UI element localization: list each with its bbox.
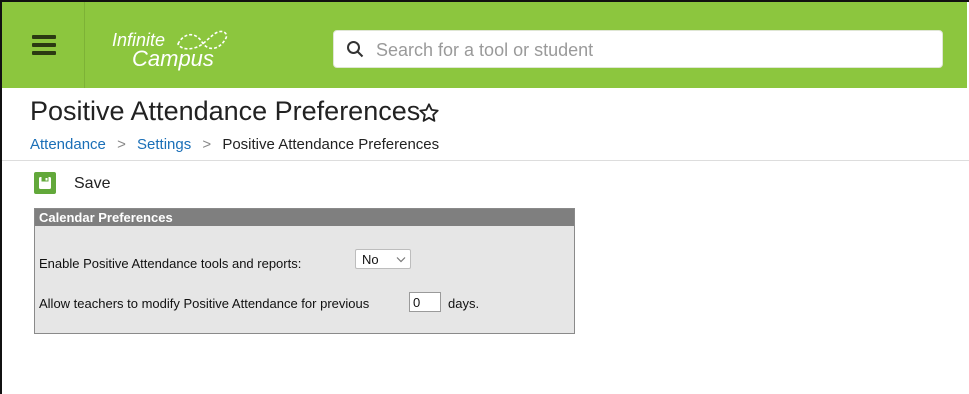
header-divider: [2, 160, 969, 161]
panel-header: Calendar Preferences: [35, 209, 574, 226]
days-suffix-label: days.: [448, 296, 480, 311]
page-title: Positive Attendance Preferences: [30, 96, 421, 126]
hamburger-icon-line: [32, 51, 56, 55]
top-bar: Infinite Campus: [2, 2, 967, 88]
calendar-preferences-panel: Calendar Preferences Enable Positive Att…: [34, 208, 575, 334]
star-outline-icon[interactable]: [418, 102, 440, 124]
breadcrumb-link-settings[interactable]: Settings: [137, 136, 191, 153]
infinity-logo-icon: [177, 30, 228, 50]
enable-positive-attendance-select[interactable]: No: [355, 249, 411, 269]
search-box[interactable]: [333, 30, 943, 68]
chevron-down-icon: [396, 257, 406, 263]
modify-previous-days-label: Allow teachers to modify Positive Attend…: [39, 296, 370, 311]
previous-days-input[interactable]: [409, 292, 441, 312]
breadcrumb: Attendance > Settings > Positive Attenda…: [30, 136, 439, 153]
menu-button[interactable]: [2, 2, 85, 88]
breadcrumb-separator-icon: >: [202, 136, 212, 153]
save-label[interactable]: Save: [74, 175, 110, 193]
breadcrumb-link-attendance[interactable]: Attendance: [30, 136, 106, 153]
save-button[interactable]: [34, 172, 56, 194]
search-input[interactable]: [374, 35, 938, 65]
select-value: No: [362, 252, 379, 267]
search-icon: [347, 41, 364, 58]
enable-positive-attendance-label: Enable Positive Attendance tools and rep…: [39, 256, 302, 271]
breadcrumb-separator-icon: >: [117, 136, 126, 153]
hamburger-icon-line: [32, 43, 56, 47]
app-logo[interactable]: Infinite Campus: [110, 28, 240, 76]
breadcrumb-current: Positive Attendance Preferences: [222, 136, 440, 153]
hamburger-icon: [32, 35, 56, 39]
floppy-disk-icon: [39, 177, 51, 189]
